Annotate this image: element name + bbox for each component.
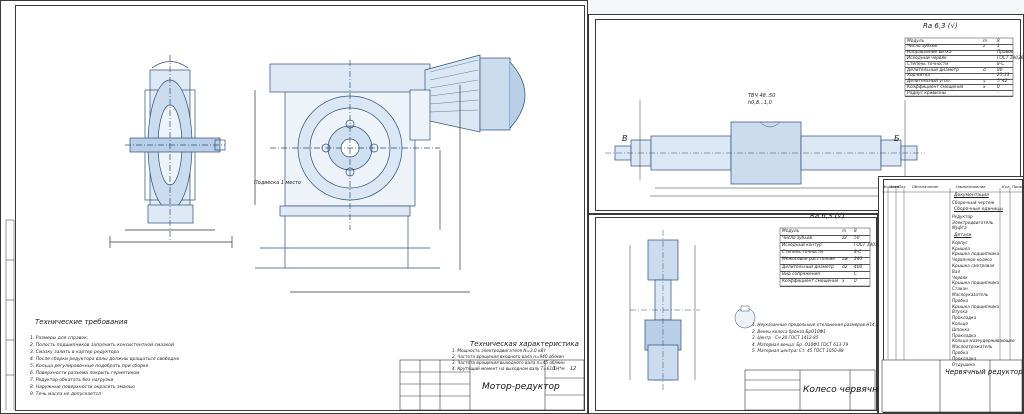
- spec-item: Червяк: [952, 274, 968, 280]
- spec-item: Сборочный чертеж: [952, 199, 995, 205]
- spec-item: Маслоотражатель: [952, 344, 993, 350]
- spec-header-cell: Кол.: [1002, 184, 1011, 189]
- spec-item: Кольцо мазеудерживающее: [952, 338, 1015, 344]
- spec-item: Маслоуказатель: [952, 291, 989, 297]
- spec-item: Кольцо: [952, 320, 969, 326]
- spec-item: Червячное колесо: [952, 257, 992, 263]
- sheet4-title: Червячный редуктор: [945, 368, 1023, 376]
- spec-item: Прокладка: [952, 315, 977, 321]
- spec-item: Крышка подшипника: [952, 280, 1000, 286]
- spec-header-cell: Обозначение: [912, 184, 939, 189]
- spec-section-title: Сборочные единицы: [954, 207, 1003, 213]
- spec-item: Пробка: [952, 297, 969, 303]
- spec-item: Отдушина: [952, 361, 975, 367]
- spec-item: Крышка подшипника: [952, 251, 1000, 257]
- spec-header-cell: Приме-чание: [1012, 184, 1024, 189]
- spec-item: Шпонка: [952, 326, 970, 332]
- spec-grid: [881, 188, 1023, 413]
- spec-item: Электродвигатель: [952, 219, 994, 225]
- spec-item: Пробка: [952, 349, 969, 355]
- spec-item: Муфта: [952, 225, 967, 231]
- spec-item: Редуктор: [952, 213, 973, 219]
- drawing-canvas: Технические требования 1. Размеры для сп…: [0, 0, 1024, 414]
- spec-header-cell: Наименование: [956, 184, 986, 189]
- spec-section-title: Детали: [954, 233, 972, 239]
- spec-item: Крышка смотровая: [952, 262, 995, 268]
- spec-item: Крышка подшипника: [952, 303, 1000, 309]
- spec-item: Стакан: [952, 286, 968, 292]
- spec-item: Крышка: [952, 245, 970, 251]
- spec-item: Втулка: [952, 309, 968, 315]
- spec-section-title: Документация: [954, 193, 989, 198]
- spec-item: Прокладка: [952, 332, 977, 338]
- spec-item: Корпус: [952, 239, 968, 245]
- spec-item: Прокладка: [952, 355, 977, 361]
- spec-header-cell: Поз.: [898, 184, 907, 189]
- spec-item: Вал: [952, 268, 961, 274]
